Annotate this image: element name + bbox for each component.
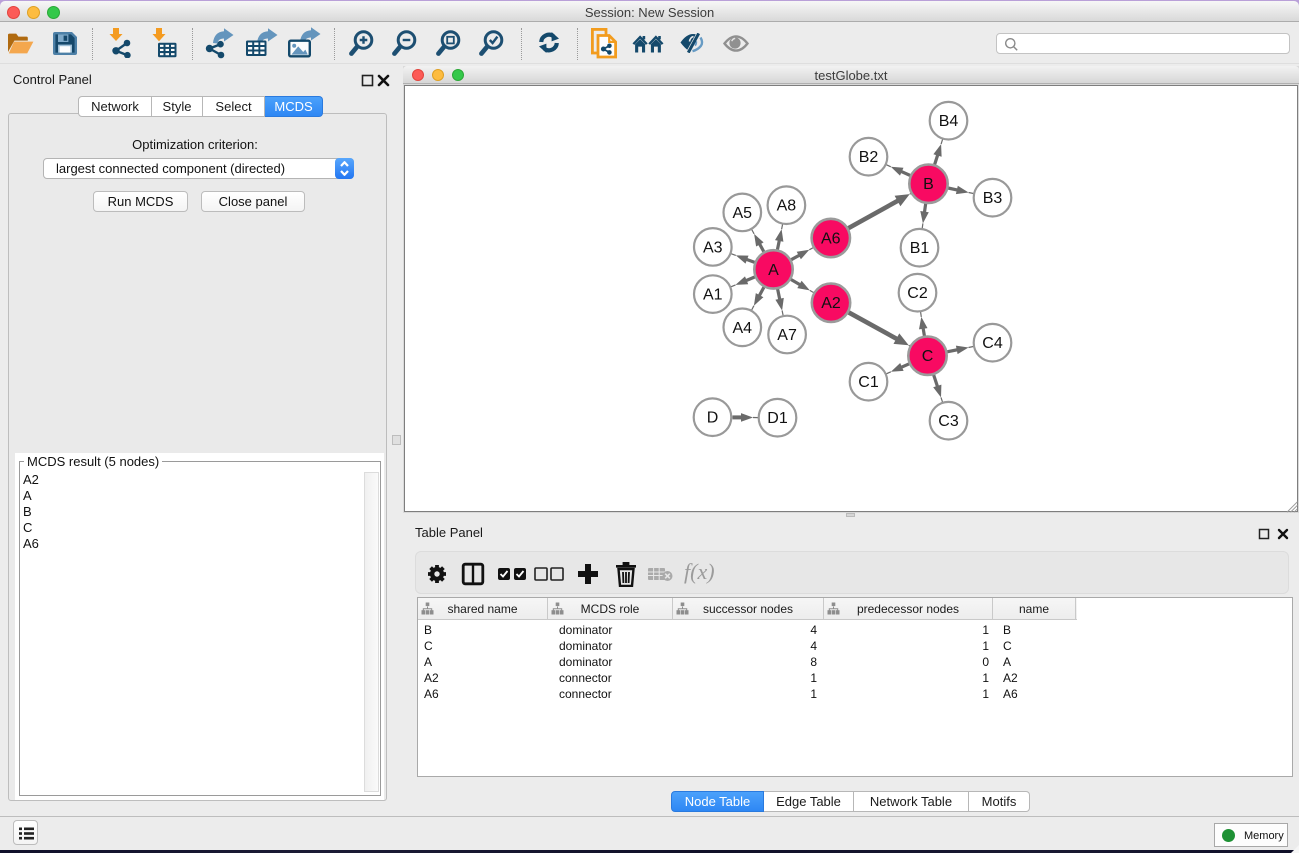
svg-text:A1: A1 (703, 287, 723, 304)
svg-text:A8: A8 (777, 198, 797, 215)
svg-text:C2: C2 (907, 285, 928, 302)
svg-text:A: A (768, 262, 779, 279)
svg-text:A5: A5 (733, 205, 753, 222)
svg-text:C: C (922, 348, 934, 365)
svg-text:C4: C4 (982, 335, 1003, 352)
svg-text:A4: A4 (733, 320, 753, 337)
svg-text:A6: A6 (821, 231, 841, 248)
svg-text:D1: D1 (767, 410, 788, 427)
svg-text:B4: B4 (939, 113, 959, 130)
svg-text:C3: C3 (938, 413, 959, 430)
svg-text:A7: A7 (777, 327, 797, 344)
svg-text:B3: B3 (983, 190, 1003, 207)
svg-text:A3: A3 (703, 239, 723, 256)
svg-text:D: D (707, 410, 719, 427)
svg-text:B: B (923, 176, 934, 193)
svg-text:A2: A2 (821, 295, 841, 312)
svg-text:B2: B2 (859, 149, 879, 166)
svg-text:B1: B1 (910, 240, 930, 257)
svg-text:C1: C1 (858, 374, 879, 391)
